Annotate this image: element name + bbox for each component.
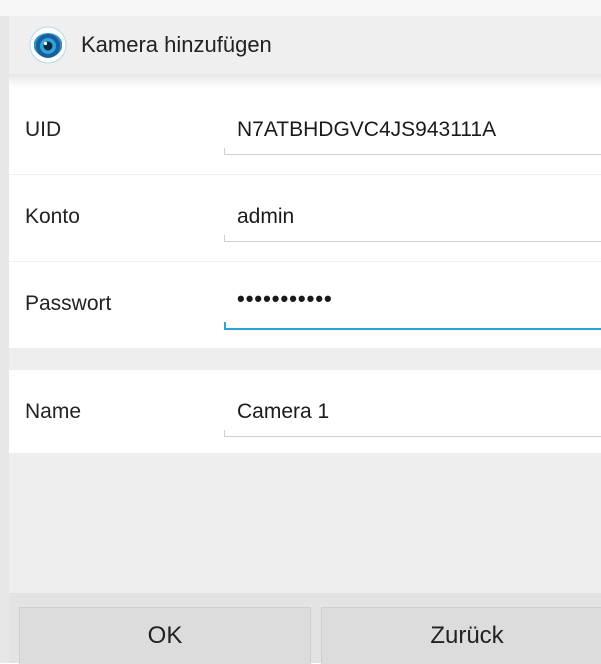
camera-lens-icon — [29, 26, 67, 64]
dialog-empty-area — [9, 453, 601, 593]
dialog-frame-left — [0, 16, 9, 663]
uid-field[interactable]: N7ATBHDGVC4JS943111A — [224, 108, 601, 155]
dialog-header: Kamera hinzufügen — [9, 16, 601, 75]
account-label: Konto — [25, 205, 80, 228]
account-field[interactable]: admin — [224, 195, 601, 242]
name-value: Camera 1 — [237, 400, 330, 423]
uid-value: N7ATBHDGVC4JS943111A — [237, 118, 497, 141]
account-row: Konto admin — [9, 175, 601, 262]
dialog-title: Kamera hinzufügen — [81, 32, 272, 57]
uid-row: UID N7ATBHDGVC4JS943111A — [9, 88, 601, 175]
back-button[interactable]: Zurück — [321, 607, 601, 664]
password-row: Passwort ••••••••••• — [9, 262, 601, 348]
uid-label: UID — [25, 118, 62, 141]
button-bar: OK Zurück — [9, 593, 601, 664]
name-field[interactable]: Camera 1 — [224, 390, 601, 437]
header-shadow — [9, 74, 601, 88]
password-label: Passwort — [25, 292, 112, 315]
account-value: admin — [237, 205, 295, 228]
password-field[interactable]: ••••••••••• — [224, 282, 601, 330]
password-value: ••••••••••• — [237, 286, 333, 311]
camera-form: UID N7ATBHDGVC4JS943111A Konto admin Pas… — [9, 88, 601, 456]
ok-button[interactable]: OK — [19, 607, 311, 664]
name-row: Name Camera 1 — [9, 370, 601, 456]
name-label: Name — [25, 400, 82, 423]
section-separator — [9, 348, 601, 370]
